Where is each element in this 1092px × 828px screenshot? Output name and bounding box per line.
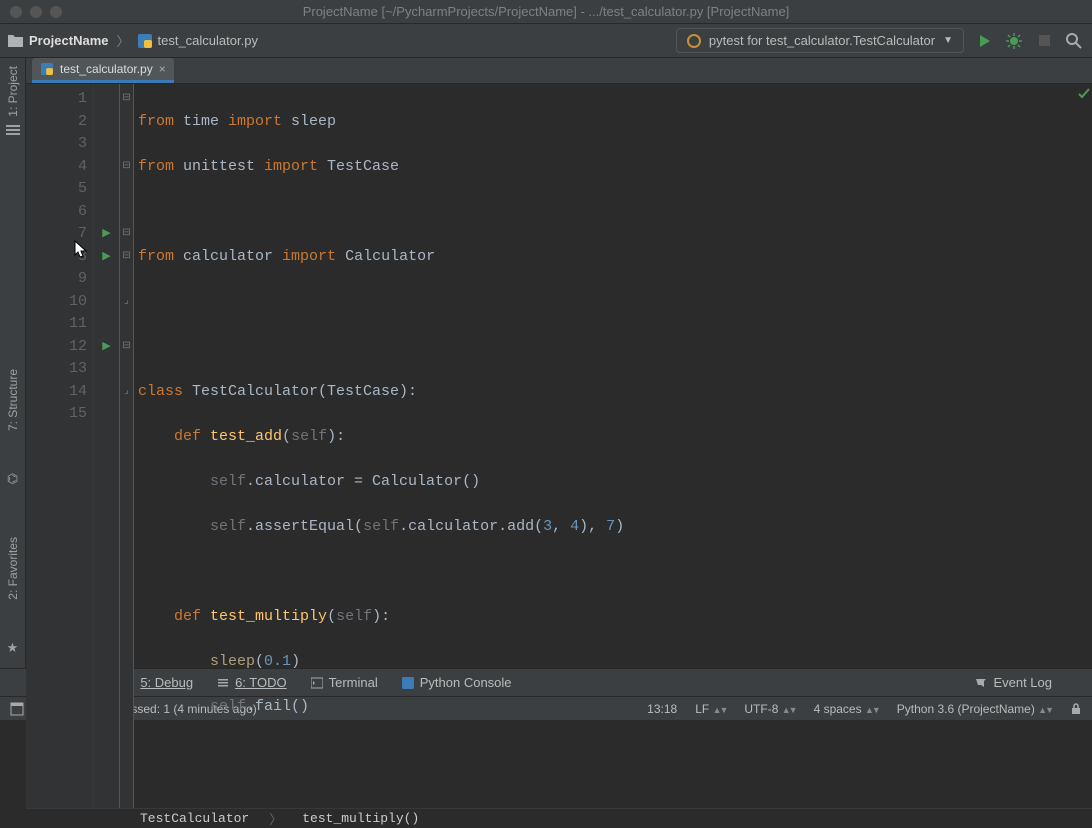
title-bar: ProjectName [~/PycharmProjects/ProjectNa…	[0, 0, 1092, 24]
window-title: ProjectName [~/PycharmProjects/ProjectNa…	[0, 4, 1092, 19]
run-button[interactable]	[974, 31, 994, 51]
navigation-toolbar: ProjectName 〉 test_calculator.py pytest …	[0, 24, 1092, 58]
pytest-icon	[687, 34, 701, 48]
python-file-icon	[40, 62, 54, 76]
chevron-down-icon: ▼	[943, 35, 953, 46]
project-tool-tab[interactable]: 1: Project	[6, 66, 20, 117]
project-tree-icon[interactable]	[6, 123, 20, 137]
breadcrumb-class[interactable]: TestCalculator	[140, 811, 249, 826]
close-window-icon[interactable]	[10, 6, 22, 18]
search-button[interactable]	[1064, 31, 1084, 51]
fold-end-icon: ⌟	[124, 291, 129, 314]
breadcrumb-project[interactable]: ProjectName	[8, 33, 108, 48]
breadcrumb: ProjectName 〉 test_calculator.py	[8, 31, 258, 50]
editor-pane: test_calculator.py × 123 456 789 101112 …	[26, 58, 1092, 668]
tool-window-toggle-icon[interactable]	[10, 702, 24, 716]
editor-tab-label: test_calculator.py	[60, 62, 153, 76]
line-number-gutter: 123 456 789 101112 131415	[26, 84, 94, 808]
close-tab-icon[interactable]: ×	[159, 62, 166, 76]
chevron-right-icon: 〉	[269, 809, 282, 828]
fold-region-icon[interactable]: ⊟	[122, 88, 130, 111]
fold-toggle-icon[interactable]: ⊟	[122, 246, 130, 269]
minimize-window-icon[interactable]	[30, 6, 42, 18]
fold-toggle-icon[interactable]: ⊟	[122, 223, 130, 246]
left-tool-dock: 1: Project 7: Structure ⌬ 2: Favorites ★	[0, 58, 26, 668]
stop-button	[1034, 31, 1054, 51]
run-configuration-selector[interactable]: pytest for test_calculator.TestCalculato…	[676, 28, 964, 53]
structure-icon: ⌬	[7, 471, 18, 487]
stop-icon	[1039, 35, 1050, 46]
editor-tabs: test_calculator.py ×	[26, 58, 1092, 84]
fold-toggle-icon[interactable]: ⊟	[122, 336, 130, 359]
gutter-markers: ▶ ▶ ▶	[94, 84, 120, 808]
debug-button[interactable]	[1004, 31, 1024, 51]
chevron-right-icon: 〉	[116, 31, 129, 50]
main-area: 1: Project 7: Structure ⌬ 2: Favorites ★…	[0, 58, 1092, 668]
fold-end-icon: ⌟	[124, 381, 129, 404]
breadcrumb-file-label: test_calculator.py	[158, 33, 258, 48]
star-icon: ★	[7, 640, 19, 656]
python-file-icon	[138, 34, 152, 48]
run-configuration-label: pytest for test_calculator.TestCalculato…	[709, 33, 935, 48]
breadcrumb-project-label: ProjectName	[29, 33, 108, 48]
traffic-lights	[0, 6, 62, 18]
editor-tab-active[interactable]: test_calculator.py ×	[32, 58, 174, 83]
fold-gutter: ⊟ ⊟ ⊟ ⊟ ⌟ ⊟ ⌟	[120, 84, 134, 808]
inspection-ok-icon[interactable]	[1078, 88, 1090, 100]
code-editor[interactable]: 123 456 789 101112 131415 ▶ ▶ ▶ ⊟ ⊟	[26, 84, 1092, 808]
run-test-gutter-icon[interactable]: ▶	[102, 336, 110, 359]
fold-region-icon[interactable]: ⊟	[122, 156, 130, 179]
editor-breadcrumb: TestCalculator 〉 test_multiply()	[26, 808, 1092, 828]
zoom-window-icon[interactable]	[50, 6, 62, 18]
run-test-gutter-icon[interactable]: ▶	[102, 246, 110, 269]
run-class-gutter-icon[interactable]: ▶	[102, 223, 110, 246]
code-text[interactable]: from time import sleep from unittest imp…	[134, 84, 1092, 808]
favorites-tool-tab[interactable]: 2: Favorites	[6, 537, 20, 600]
structure-tool-tab[interactable]: 7: Structure	[6, 369, 20, 431]
folder-icon	[8, 34, 23, 47]
breadcrumb-method[interactable]: test_multiply()	[302, 811, 419, 826]
breadcrumb-file[interactable]: test_calculator.py	[138, 33, 258, 48]
